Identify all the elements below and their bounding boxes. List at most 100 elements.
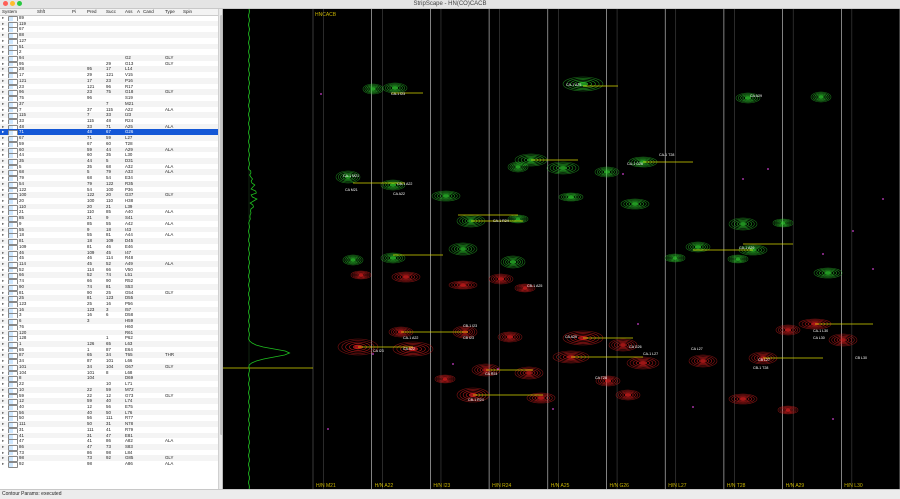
positive-peak	[772, 218, 794, 228]
window-title: StripScape - HN(CO)CACB	[413, 1, 487, 7]
peak-core	[526, 371, 532, 375]
noise-dot	[832, 418, 834, 420]
peak-label: CB-1 T28	[753, 366, 768, 370]
noise-dot	[497, 368, 499, 370]
positive-peak	[362, 83, 384, 95]
noise-dot	[552, 408, 554, 410]
peak-label: CA G26	[629, 345, 642, 349]
negative-peak	[391, 271, 421, 283]
peak-core	[825, 271, 831, 275]
peak-core	[392, 86, 398, 90]
peak-label: CB-1 R24	[468, 398, 484, 402]
negative-peak	[514, 366, 544, 380]
negative-peak	[615, 389, 641, 401]
positive-peak	[813, 267, 843, 279]
positive-peak	[431, 190, 461, 202]
peak-label: CA A22	[403, 347, 415, 351]
negative-peak	[448, 280, 478, 290]
positive-peak	[380, 252, 406, 264]
peak-core	[516, 218, 520, 220]
cell-type: ALA	[165, 461, 174, 467]
peak-label: CA-1 G26	[627, 162, 643, 166]
positive-peak	[810, 91, 832, 103]
positive-peak	[664, 253, 686, 263]
positive-peak	[728, 217, 758, 231]
peak-core	[632, 202, 638, 206]
cell-ass: A86	[125, 461, 133, 467]
positive-peak	[685, 241, 711, 253]
noise-dot	[637, 323, 639, 325]
peak-label: CB-1 I23	[463, 324, 477, 328]
cell-pred: 98	[87, 461, 92, 467]
positive-peak	[500, 255, 526, 269]
noise-dot	[452, 363, 454, 365]
cell-system: 92	[19, 461, 24, 467]
noise-dot	[872, 268, 874, 270]
peak-core	[740, 397, 746, 401]
peak-core	[695, 245, 701, 249]
peak-label: CA I23	[373, 349, 384, 353]
noise-dot	[882, 198, 884, 200]
noise-dot	[622, 173, 624, 175]
expand-icon[interactable]: ▸	[2, 461, 4, 467]
negative-peak	[488, 273, 514, 285]
noise-dot	[327, 428, 329, 430]
peak-label: CA M21	[345, 188, 358, 192]
negative-peak	[350, 270, 372, 280]
peak-core	[538, 396, 544, 400]
spin-system-icon	[8, 462, 18, 469]
peak-label: CB-1 A25	[527, 284, 542, 288]
peak-label: CA L27	[691, 347, 703, 351]
peak-label: CA L30	[813, 336, 825, 340]
negative-peak	[626, 356, 660, 370]
noise-dot	[692, 406, 694, 408]
peak-core	[639, 361, 647, 365]
peak-label: CA T28	[595, 376, 607, 380]
peak-core	[510, 260, 516, 264]
peak-core	[736, 258, 740, 260]
peak-label: CA-1 L27	[643, 352, 658, 356]
negative-peak	[497, 331, 523, 343]
positive-peak	[727, 254, 749, 264]
system-table-panel: System Shft Pi Pred Succ Ass A Cand Type…	[0, 9, 223, 489]
noise-dot	[822, 253, 824, 255]
peak-core	[443, 194, 449, 198]
peak-label: CA-1 L30	[813, 329, 828, 333]
peak-core	[507, 335, 513, 339]
negative-peak	[777, 405, 799, 415]
peak-label: CA-1 I23	[391, 92, 405, 96]
positive-peak	[507, 214, 529, 224]
peak-label: CA A25	[565, 335, 577, 339]
noise-dot	[742, 178, 744, 180]
peak-label: CA-1 A25	[566, 83, 581, 87]
positive-peak	[448, 242, 478, 256]
peak-core	[351, 258, 355, 262]
peak-core	[604, 170, 610, 174]
peak-core	[781, 222, 785, 224]
noise-dot	[320, 93, 322, 95]
positive-peak	[546, 161, 580, 175]
peak-core	[620, 343, 626, 347]
peak-core	[460, 284, 466, 286]
peak-label: CB L27	[758, 358, 770, 362]
peak-core	[390, 183, 396, 187]
peak-core	[786, 409, 790, 411]
table-row[interactable]: ▸ 92 98 A86 ALA	[0, 461, 218, 469]
peak-core	[740, 222, 746, 226]
peak-core	[390, 256, 396, 260]
noise-dot	[372, 353, 374, 355]
negative-peak	[688, 354, 718, 368]
peak-core	[700, 359, 706, 363]
negative-peak	[828, 333, 858, 347]
peak-label: CA-1 A22	[403, 336, 418, 340]
peak-label: CA-1 A22	[397, 182, 412, 186]
spectrum-canvas[interactable]: HNCACB H/N M21 H/N A22 H/N I23 H/N R24 H/N A2…	[223, 9, 900, 489]
peak-core	[819, 95, 823, 99]
negative-peak	[775, 324, 801, 336]
peak-label: CA A22	[393, 192, 405, 196]
peak-label: CA-1 R24	[493, 219, 509, 223]
peak-core	[625, 393, 631, 397]
peak-label: CA-1 M21	[343, 174, 359, 178]
peak-core	[359, 274, 363, 276]
peak-core	[785, 328, 791, 332]
